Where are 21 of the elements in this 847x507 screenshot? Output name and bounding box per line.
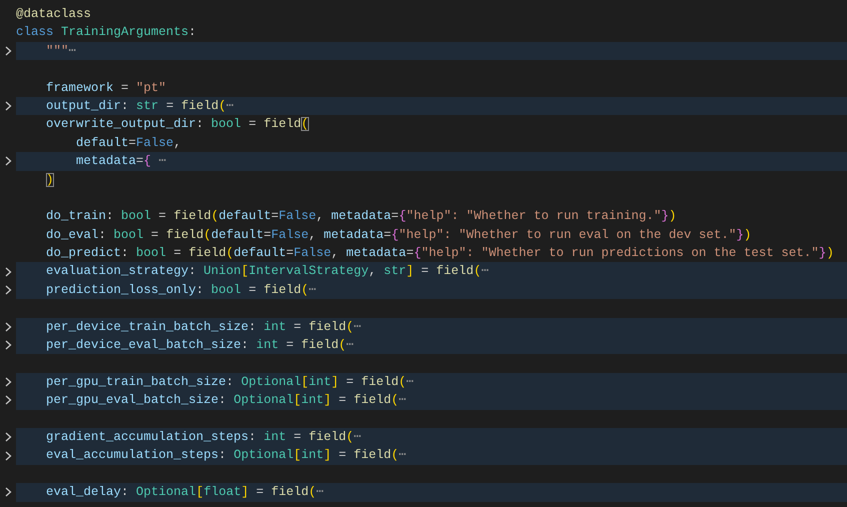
code-line: @dataclass (16, 6, 92, 23)
fold-chevron-icon[interactable] (4, 432, 12, 442)
code-line: do_train: bool = field(default=False, metadata={"help": "Whether to run training."}) (45, 208, 678, 226)
fold-chevron-icon[interactable] (4, 450, 12, 461)
fold-chevron-icon[interactable] (4, 487, 12, 498)
fold-chevron-icon[interactable] (4, 322, 12, 332)
fold-chevron-icon[interactable] (4, 46, 12, 56)
code-line: default=False, (75, 134, 182, 152)
fold-chevron-icon[interactable] (4, 377, 12, 387)
code-line: overwrite_output_dir: bool = field( (45, 116, 310, 134)
code-line: framework = "pt" (45, 80, 168, 97)
code-line: class TrainingArguments: (16, 24, 198, 42)
fold-chevron-icon[interactable] (4, 285, 12, 296)
fold-chevron-icon[interactable] (4, 340, 12, 350)
code-line: do_predict: bool = field(default=False, metadata={"help": "Whether to run predictions on the test set."}) (45, 245, 835, 262)
code-line: do_eval: bool = field(default=False, metadata={"help": "Whether to run eval on the dev set."}) (45, 226, 752, 244)
fold-chevron-icon[interactable] (4, 101, 12, 112)
fold-chevron-icon[interactable] (4, 266, 12, 277)
fold-chevron-icon[interactable] (4, 156, 12, 166)
fold-chevron-icon[interactable] (4, 395, 12, 406)
code-line: ) (45, 172, 55, 189)
